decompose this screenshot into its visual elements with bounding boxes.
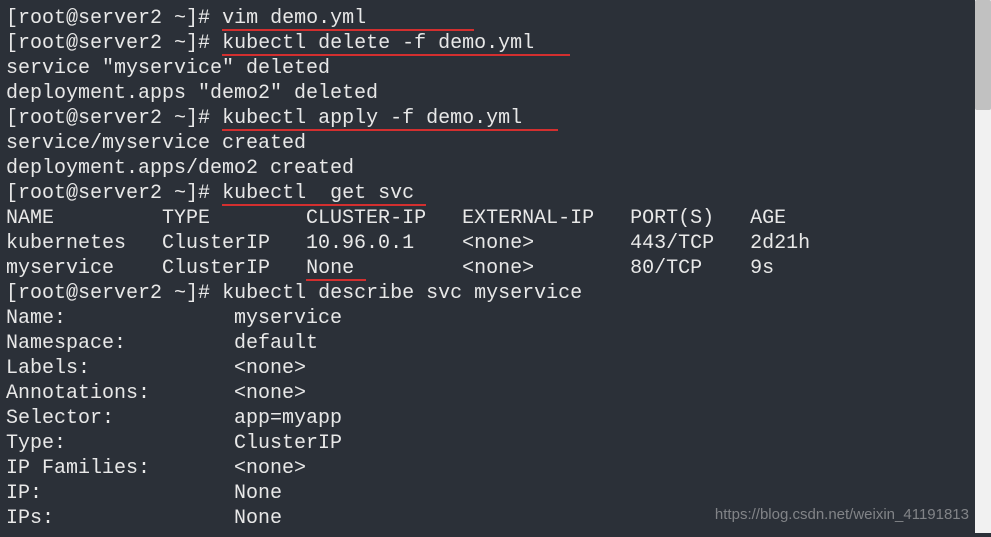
- svc-row-none-underline: None: [306, 257, 366, 280]
- describe-type: Type: ClusterIP: [6, 431, 985, 456]
- output-delete-deployment: deployment.apps "demo2" deleted: [6, 81, 985, 106]
- prompt: [root@server2 ~]#: [6, 107, 210, 130]
- output-delete-service: service "myservice" deleted: [6, 56, 985, 81]
- describe-namespace: Namespace: default: [6, 331, 985, 356]
- svc-row-myservice: myservice ClusterIP None <none> 80/TCP 9…: [6, 256, 985, 281]
- svc-row-myservice-a: myservice ClusterIP: [6, 257, 306, 280]
- command-vim: vim demo.yml: [222, 7, 474, 30]
- command-describe: kubectl describe svc myservice: [222, 282, 582, 305]
- describe-annotations: Annotations: <none>: [6, 381, 985, 406]
- prompt: [root@server2 ~]#: [6, 7, 210, 30]
- describe-selector: Selector: app=myapp: [6, 406, 985, 431]
- prompt: [root@server2 ~]#: [6, 32, 210, 55]
- svc-headers: NAME TYPE CLUSTER-IP EXTERNAL-IP PORT(S)…: [6, 206, 985, 231]
- prompt-line-1: [root@server2 ~]# vim demo.yml: [6, 6, 985, 31]
- prompt-line-2: [root@server2 ~]# kubectl delete -f demo…: [6, 31, 985, 56]
- prompt-line-5: [root@server2 ~]# kubectl describe svc m…: [6, 281, 985, 306]
- terminal-output[interactable]: [root@server2 ~]# vim demo.yml [root@ser…: [0, 0, 991, 537]
- describe-labels: Labels: <none>: [6, 356, 985, 381]
- prompt: [root@server2 ~]#: [6, 182, 210, 205]
- output-apply-service: service/myservice created: [6, 131, 985, 156]
- watermark: https://blog.csdn.net/weixin_41191813: [715, 506, 969, 523]
- command-delete: kubectl delete -f demo.yml: [222, 32, 570, 55]
- scrollbar-thumb[interactable]: [975, 0, 991, 110]
- prompt-line-3: [root@server2 ~]# kubectl apply -f demo.…: [6, 106, 985, 131]
- svc-row-kubernetes: kubernetes ClusterIP 10.96.0.1 <none> 44…: [6, 231, 985, 256]
- output-apply-deployment: deployment.apps/demo2 created: [6, 156, 985, 181]
- command-apply: kubectl apply -f demo.yml: [222, 107, 558, 130]
- describe-name: Name: myservice: [6, 306, 985, 331]
- svc-row-myservice-b: <none> 80/TCP 9s: [366, 257, 774, 280]
- describe-ip: IP: None: [6, 481, 985, 506]
- prompt-line-4: [root@server2 ~]# kubectl get svc: [6, 181, 985, 206]
- scrollbar-track[interactable]: [975, 0, 991, 533]
- describe-ipfamilies: IP Families: <none>: [6, 456, 985, 481]
- prompt: [root@server2 ~]#: [6, 282, 210, 305]
- command-get-svc: kubectl get svc: [222, 182, 426, 205]
